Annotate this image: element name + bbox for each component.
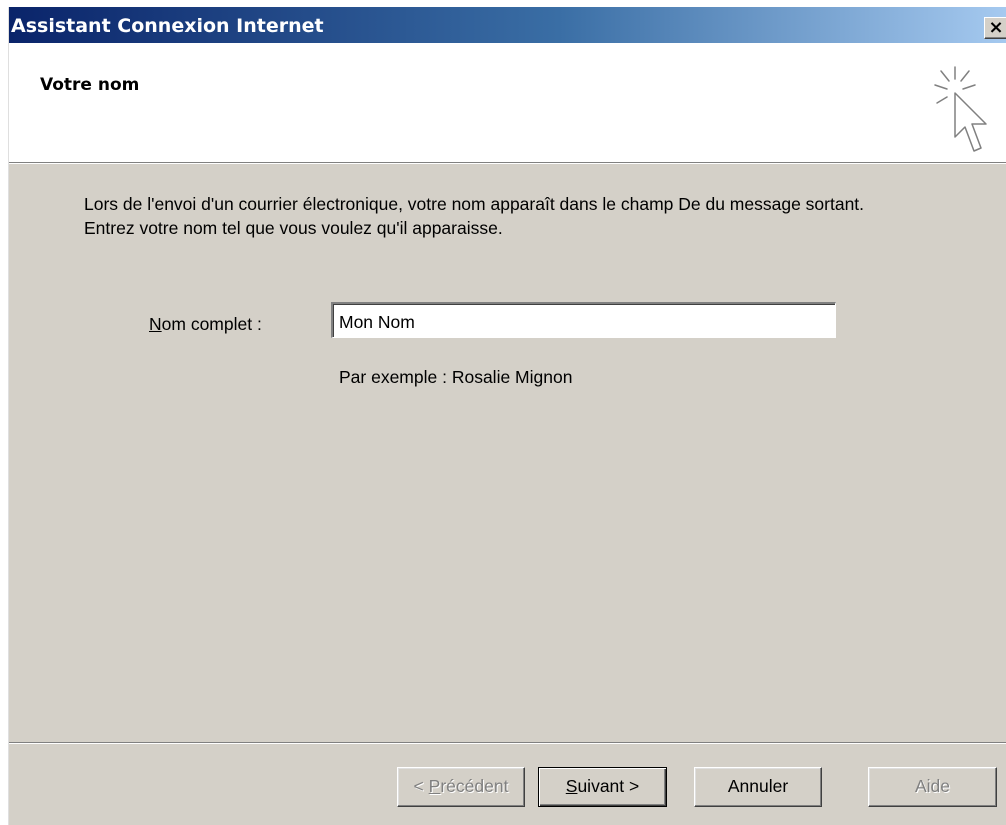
page-title: Votre nom	[40, 75, 140, 95]
header-panel: Votre nom	[9, 43, 1006, 164]
close-icon: ×	[988, 17, 1004, 38]
full-name-label-text: om complet :	[161, 314, 262, 334]
title-bar[interactable]: Assistant Connexion Internet ×	[9, 7, 1006, 43]
help-button[interactable]: Aide	[868, 767, 997, 807]
previous-button-text: récédent	[440, 776, 509, 796]
full-name-label: Nom complet :	[149, 314, 262, 335]
pointer-sparkle-icon	[934, 66, 987, 152]
footer-separator	[9, 742, 1006, 744]
example-text: Par exemple : Rosalie Mignon	[339, 367, 573, 387]
previous-button[interactable]: < Précédent	[397, 767, 525, 807]
wizard-window: Assistant Connexion Internet × Votre nom…	[8, 7, 1006, 825]
window-title: Assistant Connexion Internet	[11, 15, 324, 37]
next-button[interactable]: Suivant >	[538, 767, 667, 807]
next-button-text: uivant >	[577, 776, 640, 796]
description-text: Lors de l'envoi d'un courrier électroniq…	[84, 194, 865, 238]
cancel-button[interactable]: Annuler	[694, 767, 822, 807]
full-name-label-mnemonic: N	[149, 314, 162, 334]
full-name-input[interactable]	[331, 302, 836, 338]
previous-button-mnemonic: P	[428, 776, 441, 796]
previous-button-prefix: <	[413, 776, 429, 796]
close-button[interactable]: ×	[984, 17, 1006, 39]
next-button-mnemonic: S	[565, 776, 578, 796]
